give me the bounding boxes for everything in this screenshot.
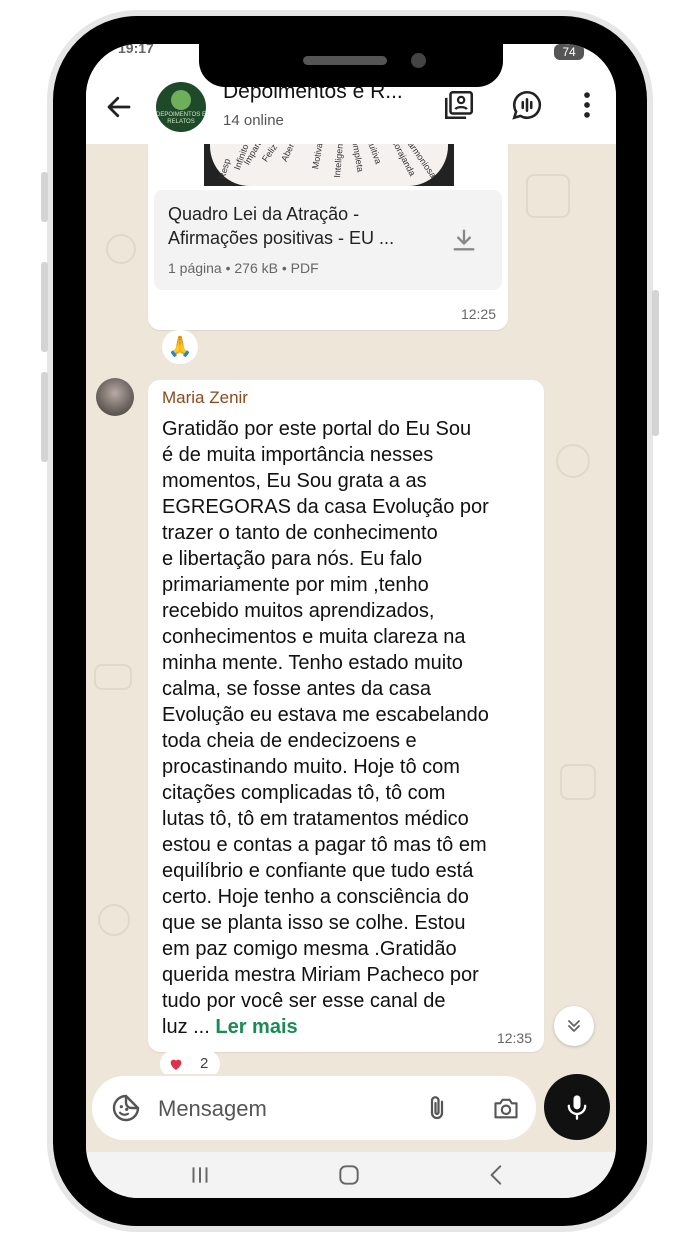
document-thumbnail[interactable]: Infinito Imparável Feliz Aberta Motivada… [204, 144, 454, 186]
camera-icon[interactable] [490, 1094, 522, 1122]
phone-side-button [41, 172, 48, 222]
media-gallery-icon[interactable] [442, 88, 476, 122]
microphone-icon [567, 1095, 587, 1120]
reaction-badge[interactable]: 🙏 [162, 330, 198, 364]
document-message-bubble[interactable]: Infinito Imparável Feliz Aberta Motivada… [148, 144, 508, 330]
phone-power-button [652, 290, 659, 436]
phone-side-button [41, 372, 48, 462]
wallpaper-doodle [560, 764, 596, 800]
heart-icon [170, 1059, 182, 1070]
message-line: Evolução eu estava me escabelando [162, 704, 489, 726]
sticker-icon[interactable] [110, 1092, 142, 1124]
sender-name[interactable]: Maria Zenir [162, 388, 248, 408]
message-line: tudo por você ser esse canal de [162, 990, 446, 1012]
document-card[interactable]: Quadro Lei da Atração - Afirmações posit… [154, 190, 502, 290]
wallpaper-doodle [98, 904, 130, 936]
microphone-button[interactable] [544, 1074, 610, 1140]
scroll-to-bottom-button[interactable] [554, 1006, 594, 1046]
message-line: procastinando muito. Hoje tô com [162, 756, 460, 778]
message-line: citações complicadas tô, tô com [162, 782, 446, 804]
message-line: e libertação para nós. Eu falo [162, 548, 423, 570]
message-line: Gratidão por este portal do Eu Sou [162, 418, 472, 440]
group-avatar-text: DEPOIMENTOS E RELATOS [156, 112, 206, 125]
tree-icon [171, 90, 191, 110]
paperclip-icon[interactable] [422, 1092, 452, 1124]
message-line: equilíbrio e confiante que tudo está [162, 860, 474, 882]
message-line: que se planta isso se colhe. Estou [162, 912, 466, 934]
message-line: lutas tô, tô em tratamentos médico [162, 808, 469, 830]
read-more-link[interactable]: Ler mais [215, 1016, 297, 1038]
message-line: momentos, Eu Sou grata a as [162, 470, 427, 492]
text-message-bubble[interactable]: Maria Zenir Gratidão por este portal do … [148, 380, 544, 1052]
front-camera [411, 53, 426, 68]
wallpaper-doodle [556, 444, 590, 478]
online-count: 14 online [223, 112, 284, 129]
message-ellipsis: luz ... [162, 1016, 216, 1038]
message-line: é de muita importância nesses [162, 444, 434, 466]
thumb-word: Intuitiva [363, 144, 384, 166]
message-line: EGREGORAS da casa Evolução por [162, 496, 489, 518]
thumb-word: Feliz [259, 144, 280, 164]
document-meta: 1 página • 276 kB • PDF [168, 260, 319, 276]
double-chevron-down-icon [568, 1020, 580, 1032]
recent-apps-icon[interactable] [187, 1162, 213, 1188]
thumb-word: Aberta [279, 144, 300, 164]
chat-area[interactable]: Infinito Imparável Feliz Aberta Motivada… [86, 144, 616, 1074]
document-name: Quadro Lei da Atração - Afirmações posit… [168, 204, 395, 248]
status-time: 19:17 [118, 44, 154, 56]
message-line: certo. Hoje tenho a consciência do [162, 886, 469, 908]
thumb-word: Resp [216, 157, 233, 181]
home-icon[interactable] [336, 1162, 362, 1188]
download-icon[interactable] [450, 226, 478, 254]
message-line: calma, se fosse antes da casa [162, 678, 432, 700]
thumb-word: Motivada [310, 144, 327, 170]
message-line: querida mestra Miriam Pacheco por [162, 964, 479, 986]
phone-notch [199, 44, 503, 87]
wallpaper-doodle [94, 664, 132, 690]
message-line: estou e contas a pagar tô mas tô em [162, 834, 487, 856]
message-line: primariamente por mim ,tenho [162, 574, 429, 596]
document-preview: Infinito Imparável Feliz Aberta Motivada… [210, 144, 448, 186]
thumb-word: Completa [348, 144, 366, 173]
voice-chat-icon[interactable] [510, 88, 544, 122]
message-line: recebido muitos aprendizados, [162, 600, 435, 622]
message-composer [86, 1074, 616, 1152]
arrow-left-icon[interactable] [104, 92, 134, 122]
wallpaper-doodle [526, 174, 570, 218]
message-line: trazer o tanto de conhecimento [162, 522, 438, 544]
message-line-last: luz ... Ler mais [162, 1014, 540, 1040]
system-nav-bar [86, 1152, 616, 1198]
message-input[interactable] [156, 1090, 400, 1128]
message-time: 12:35 [496, 1030, 532, 1046]
battery-indicator: 74 [554, 44, 584, 60]
message-line: toda cheia de endecizoens e [162, 730, 417, 752]
wallpaper-doodle [106, 234, 136, 264]
message-line: em paz comigo mesma .Gratidão [162, 938, 457, 960]
phone-side-button [41, 262, 48, 352]
message-line: conhecimentos e muita clareza na [162, 626, 466, 648]
more-vertical-icon[interactable] [570, 88, 604, 122]
message-line: minha mente. Tenho estado muito [162, 652, 463, 674]
message-input-pill[interactable] [92, 1076, 536, 1140]
reaction-badge[interactable]: 2 [160, 1050, 220, 1074]
thumb-word: Inteligente [331, 144, 346, 179]
avatar[interactable] [96, 378, 134, 416]
message-time: 12:25 [460, 306, 496, 322]
back-nav-icon[interactable] [484, 1162, 510, 1188]
message-text: Gratidão por este portal do Eu Sou é de … [162, 416, 540, 1040]
reaction-count: 2 [200, 1055, 209, 1072]
phone-screen: 19:17 74 DEPOIMENTOS E RELATOS Depoiment… [86, 44, 616, 1198]
group-avatar[interactable]: DEPOIMENTOS E RELATOS [156, 82, 206, 132]
speaker-grille [303, 56, 387, 65]
